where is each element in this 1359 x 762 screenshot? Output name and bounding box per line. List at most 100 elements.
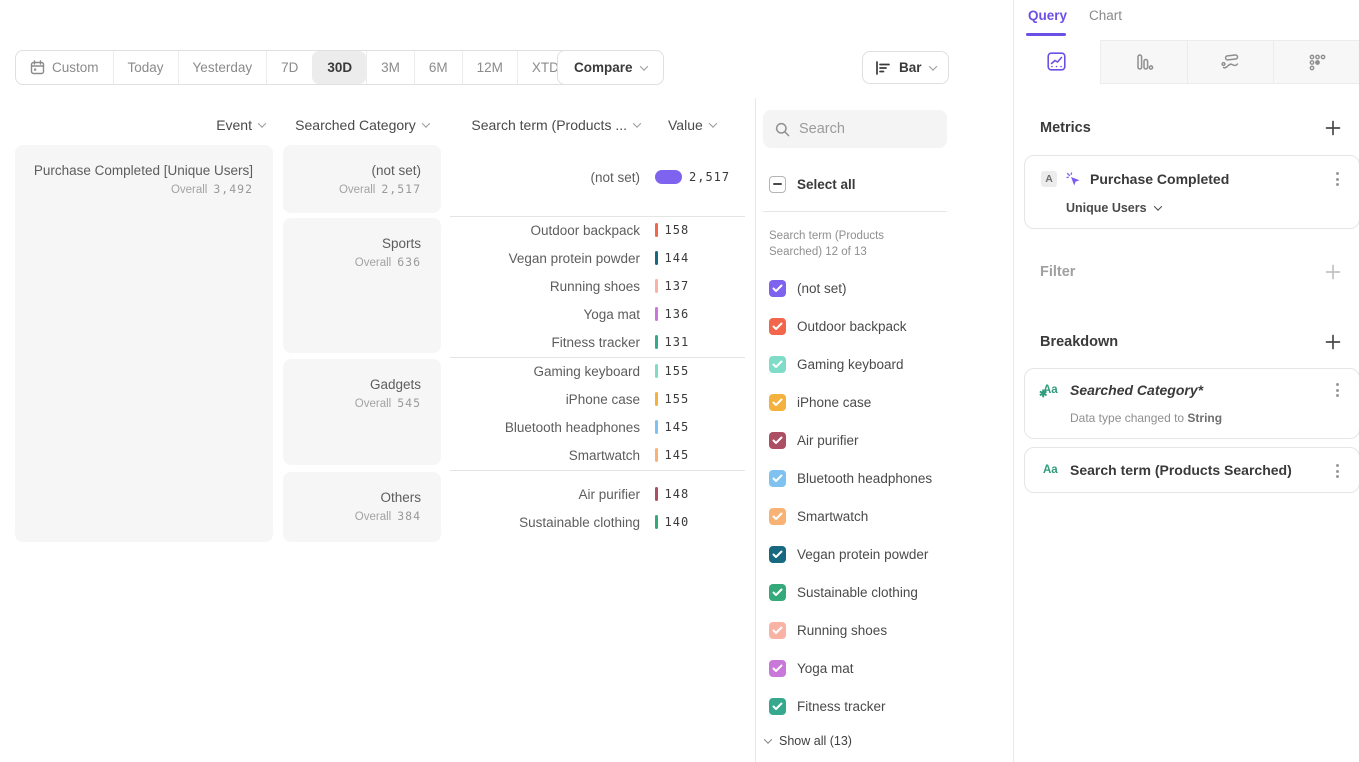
date-range-6m[interactable]: 6M xyxy=(414,51,462,84)
column-header-search-term[interactable]: Search term (Products ... xyxy=(450,115,640,135)
category-cell[interactable]: SportsOverall636 xyxy=(283,218,441,353)
tab-flows[interactable] xyxy=(1187,40,1274,83)
checked-checkbox[interactable] xyxy=(769,432,786,449)
category-cell[interactable]: GadgetsOverall545 xyxy=(283,359,441,465)
chart-type-dropdown[interactable]: Bar xyxy=(862,51,949,84)
table-row[interactable]: Air purifier148 xyxy=(450,480,750,508)
event-cell[interactable]: Purchase Completed [Unique Users] Overal… xyxy=(15,145,273,542)
table-row[interactable]: Sustainable clothing140 xyxy=(450,508,750,536)
compare-button[interactable]: Compare xyxy=(557,50,664,85)
checked-checkbox[interactable] xyxy=(769,470,786,487)
indeterminate-checkbox[interactable] xyxy=(769,176,786,193)
date-range-custom[interactable]: Custom xyxy=(16,51,113,84)
add-filter-button[interactable] xyxy=(1324,263,1342,281)
search-term-label: Running shoes xyxy=(450,279,640,294)
table-row[interactable]: Vegan protein powder144 xyxy=(450,244,750,272)
search-term-label: Gaming keyboard xyxy=(450,364,640,379)
add-breakdown-button[interactable] xyxy=(1324,333,1342,351)
metric-event-name: Purchase Completed xyxy=(1090,171,1229,187)
table-row[interactable]: (not set)2,517 xyxy=(450,163,750,191)
breakdown-card-searched-category[interactable]: Aa✱ Searched Category* Data type changed… xyxy=(1024,368,1359,439)
checked-checkbox[interactable] xyxy=(769,698,786,715)
series-item-label: Gaming keyboard xyxy=(797,357,904,372)
row-value: 145 xyxy=(665,448,690,462)
kebab-menu-icon[interactable] xyxy=(1331,383,1343,397)
series-checkbox-item[interactable]: Bluetooth headphones xyxy=(763,459,993,497)
series-checkbox-item[interactable]: Sustainable clothing xyxy=(763,573,993,611)
tab-insights[interactable] xyxy=(1014,40,1100,84)
compare-label: Compare xyxy=(574,60,633,75)
series-checkbox-item[interactable]: Air purifier xyxy=(763,421,993,459)
date-range-30d[interactable]: 30D xyxy=(312,51,366,84)
checked-checkbox[interactable] xyxy=(769,508,786,525)
tab-retention[interactable] xyxy=(1273,40,1359,83)
chevron-down-icon xyxy=(709,119,717,127)
checked-checkbox[interactable] xyxy=(769,546,786,563)
checkmark-icon xyxy=(772,550,783,559)
search-placeholder: Search xyxy=(799,121,845,137)
row-separator xyxy=(450,470,745,471)
checked-checkbox[interactable] xyxy=(769,356,786,373)
kebab-menu-icon[interactable] xyxy=(1331,172,1343,186)
table-row[interactable]: Running shoes 137 xyxy=(450,272,750,300)
series-checkbox-item[interactable]: Gaming keyboard xyxy=(763,345,993,383)
date-range-label: 30D xyxy=(327,60,352,75)
show-all-button[interactable]: Show all (13) xyxy=(765,728,852,754)
kebab-menu-icon[interactable] xyxy=(1331,464,1343,478)
series-checkbox-item[interactable]: Running shoes xyxy=(763,611,993,649)
metric-letter-badge: A xyxy=(1041,171,1057,187)
date-range-label: 12M xyxy=(477,60,503,75)
table-row[interactable]: iPhone case155 xyxy=(450,385,750,413)
series-search-input[interactable]: Search xyxy=(763,110,947,148)
series-checkbox-item[interactable]: (not set) xyxy=(763,269,993,307)
series-checkbox-item[interactable]: Fitness tracker xyxy=(763,687,993,725)
tab-query[interactable]: Query xyxy=(1028,8,1067,23)
category-label: Gadgets xyxy=(283,376,421,394)
checked-checkbox[interactable] xyxy=(769,622,786,639)
row-separator xyxy=(450,216,745,217)
series-item-label: Smartwatch xyxy=(797,509,868,524)
column-header-event[interactable]: Event xyxy=(15,115,273,135)
table-row[interactable]: Bluetooth headphones145 xyxy=(450,413,750,441)
table-row[interactable]: Outdoor backpack158 xyxy=(450,216,750,244)
checked-checkbox[interactable] xyxy=(769,318,786,335)
table-row[interactable]: Gaming keyboard155 xyxy=(450,357,750,385)
tab-chart[interactable]: Chart xyxy=(1089,8,1122,23)
series-item-label: Sustainable clothing xyxy=(797,585,918,600)
breakdown-card-search-term[interactable]: Aa Search term (Products Searched) xyxy=(1024,447,1359,493)
date-range-today[interactable]: Today xyxy=(113,51,178,84)
column-header-value[interactable]: Value xyxy=(655,115,765,135)
metric-card[interactable]: A Purchase Completed Unique Users xyxy=(1024,155,1359,229)
date-range-12m[interactable]: 12M xyxy=(462,51,517,84)
add-metric-button[interactable] xyxy=(1324,119,1342,137)
select-all-toggle[interactable]: Select all xyxy=(769,173,856,195)
category-cell[interactable]: OthersOverall384 xyxy=(283,472,441,542)
series-checkbox-item[interactable]: iPhone case xyxy=(763,383,993,421)
date-range-3m[interactable]: 3M xyxy=(366,51,414,84)
checked-checkbox[interactable] xyxy=(769,584,786,601)
column-header-label: Search term (Products ... xyxy=(471,117,627,133)
checked-checkbox[interactable] xyxy=(769,394,786,411)
measure-dropdown[interactable]: Unique Users xyxy=(1066,201,1161,215)
series-checkbox-item[interactable]: Outdoor backpack xyxy=(763,307,993,345)
table-row[interactable]: Smartwatch145 xyxy=(450,441,750,469)
breakdown-property-label: Searched Category* xyxy=(1070,382,1203,398)
value-bar xyxy=(655,420,658,434)
tab-funnels[interactable] xyxy=(1100,40,1187,83)
row-value: 137 xyxy=(665,279,690,293)
category-overall: Overall636 xyxy=(283,253,421,272)
series-checkbox-item[interactable]: Vegan protein powder xyxy=(763,535,993,573)
column-header-searched-category[interactable]: Searched Category xyxy=(283,115,441,135)
date-range-label: Custom xyxy=(52,60,99,75)
series-checkbox-item[interactable]: Yoga mat xyxy=(763,649,993,687)
event-overall: Overall3,492 xyxy=(15,180,253,199)
series-checkbox-item[interactable]: Smartwatch xyxy=(763,497,993,535)
table-row[interactable]: Yoga mat136 xyxy=(450,300,750,328)
checked-checkbox[interactable] xyxy=(769,660,786,677)
calendar-icon xyxy=(30,60,45,75)
date-range-7d[interactable]: 7D xyxy=(266,51,312,84)
checked-checkbox[interactable] xyxy=(769,280,786,297)
category-cell[interactable]: (not set)Overall2,517 xyxy=(283,145,441,213)
date-range-yesterday[interactable]: Yesterday xyxy=(178,51,267,84)
table-row[interactable]: Fitness tracker131 xyxy=(450,328,750,356)
